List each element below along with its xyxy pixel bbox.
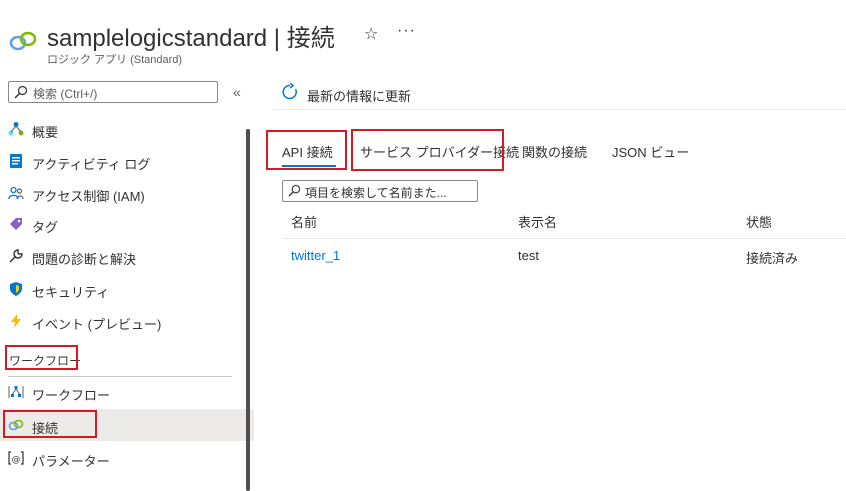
sidebar-item-parameters[interactable]: @ パラメーター	[8, 448, 208, 470]
sidebar-item-activity-log[interactable]: アクティビティ ログ	[8, 151, 208, 173]
workflow-icon	[8, 386, 24, 398]
highlight-box-service-provider-tab	[351, 129, 504, 171]
sidebar-search-input[interactable]: 検索 (Ctrl+/)	[8, 81, 218, 103]
highlight-box-workflow-section	[5, 345, 78, 370]
connection-status: 接続済み	[746, 251, 799, 266]
sidebar-item-label: 問題の診断と解決	[32, 252, 137, 267]
star-icon[interactable]: ☆	[364, 24, 378, 44]
wrench-icon	[9, 249, 23, 263]
page-subtitle: ロジック アプリ (Standard)	[47, 54, 183, 66]
sidebar-item-label: セキュリティ	[32, 285, 110, 300]
highlight-box-api-tab	[266, 130, 347, 170]
column-header-display-name[interactable]: 表示名	[518, 212, 557, 231]
section-divider	[8, 376, 232, 377]
more-options-button[interactable]: ···	[397, 22, 416, 40]
table-header-divider	[282, 238, 846, 239]
access-control-icon	[8, 186, 24, 200]
svg-text:@: @	[12, 455, 21, 465]
connection-name-link[interactable]: twitter_1	[291, 248, 340, 263]
sidebar-item-workflows[interactable]: ワークフロー	[8, 382, 208, 404]
connection-display-name: test	[518, 248, 539, 263]
sidebar-item-label: ワークフロー	[32, 388, 111, 403]
connections-filter-input[interactable]: 項目を検索して名前また...	[282, 180, 478, 202]
shield-icon	[10, 282, 22, 296]
activity-log-icon	[10, 154, 22, 168]
lightning-icon	[11, 314, 21, 328]
search-placeholder: 検索 (Ctrl+/)	[33, 87, 98, 101]
page-title: samplelogicstandard | 接続	[47, 25, 335, 52]
sidebar-item-label: アクティビティ ログ	[32, 157, 151, 172]
parameter-icon: @	[8, 451, 24, 465]
column-header-status[interactable]: 状態	[746, 212, 772, 231]
sidebar-item-label: 概要	[32, 125, 59, 140]
refresh-button[interactable]: 最新の情報に更新	[307, 86, 411, 105]
sidebar-item-label: タグ	[32, 220, 59, 235]
sidebar-item-overview[interactable]: 概要	[8, 119, 208, 141]
sidebar-item-label: パラメーター	[32, 454, 110, 469]
sidebar-item-events[interactable]: イベント (プレビュー)	[8, 311, 208, 333]
sidebar-item-tags[interactable]: タグ	[8, 214, 208, 236]
sidebar-item-iam[interactable]: アクセス制御 (IAM)	[8, 183, 208, 205]
sidebar-scrollbar[interactable]	[246, 129, 250, 491]
sidebar-item-label: イベント (プレビュー)	[32, 317, 162, 332]
logic-app-icon	[9, 31, 37, 51]
tag-icon	[10, 218, 22, 230]
sidebar-item-label: アクセス制御 (IAM)	[32, 189, 145, 204]
refresh-icon[interactable]	[281, 83, 299, 101]
overview-icon	[8, 122, 24, 136]
sidebar-item-security[interactable]: セキュリティ	[8, 279, 208, 301]
highlight-box-connections	[3, 410, 97, 438]
search-icon	[288, 184, 301, 197]
toolbar-divider	[273, 109, 846, 110]
tab-json-view[interactable]: JSON ビュー	[612, 142, 689, 161]
filter-placeholder: 項目を検索して名前また...	[305, 186, 447, 200]
sidebar-item-diagnose[interactable]: 問題の診断と解決	[8, 246, 208, 268]
column-header-name[interactable]: 名前	[291, 212, 317, 231]
collapse-sidebar-button[interactable]: «	[233, 84, 241, 100]
search-icon	[14, 85, 28, 99]
tab-function-connections[interactable]: 関数の接続	[522, 142, 587, 161]
